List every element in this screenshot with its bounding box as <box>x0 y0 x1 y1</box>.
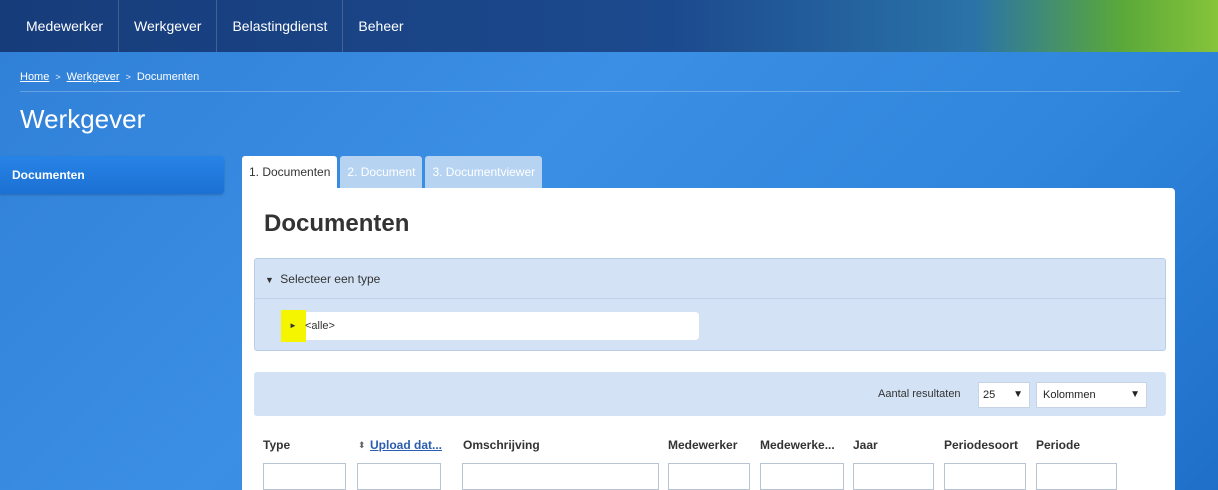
omschrijving-filter-input[interactable] <box>462 463 659 490</box>
breadcrumb-separator: > <box>55 71 61 82</box>
column-header-periode[interactable]: Periode <box>1036 438 1080 452</box>
sidebar-item-documenten[interactable]: Documenten <box>0 156 224 194</box>
type-filter-box: ▼ Selecteer een type ► <alle> <box>254 258 1166 351</box>
breadcrumb: Home > Werkgever > Documenten <box>20 62 1180 92</box>
columns-select[interactable]: Kolommen ▼ <box>1036 382 1147 408</box>
columns-select-label: Kolommen <box>1043 389 1096 401</box>
type-tree-item-label: <alle> <box>305 320 335 332</box>
triangle-down-icon: ▼ <box>265 275 274 285</box>
medewerker-2-filter-input[interactable] <box>760 463 844 490</box>
tab-documenten[interactable]: 1. Documenten <box>242 156 338 188</box>
main-panel: Documenten ▼ Selecteer een type ► <alle>… <box>242 188 1175 490</box>
type-filter-header[interactable]: ▼ Selecteer een type <box>255 259 1165 299</box>
periode-filter-input[interactable] <box>1036 463 1117 490</box>
page-size-value: 25 <box>983 389 996 401</box>
panel-title: Documenten <box>264 210 410 237</box>
breadcrumb-current: Documenten <box>136 70 200 83</box>
nav-belastingdienst[interactable]: Belastingdienst <box>217 0 344 52</box>
column-header-jaar[interactable]: Jaar <box>853 438 878 452</box>
nav-medewerker[interactable]: Medewerker <box>14 0 120 52</box>
nav-werkgever[interactable]: Werkgever <box>119 0 218 52</box>
breadcrumb-separator: > <box>125 71 131 82</box>
results-count-label: Aantal resultaten <box>878 388 961 400</box>
medewerker-filter-input[interactable] <box>668 463 750 490</box>
periodesoort-filter-input[interactable] <box>944 463 1026 490</box>
nav-beheer[interactable]: Beheer <box>343 0 418 52</box>
page-title: Werkgever <box>20 104 146 134</box>
column-header-medewerker[interactable]: Medewerker <box>668 438 737 452</box>
type-filter-label: Selecteer een type <box>280 272 381 286</box>
jaar-filter-input[interactable] <box>853 463 934 490</box>
caret-down-icon: ▼ <box>1130 389 1140 400</box>
sort-icon[interactable]: ⬍ <box>358 440 366 451</box>
tab-documentviewer[interactable]: 3. Documentviewer <box>425 156 543 188</box>
column-header-periodesoort[interactable]: Periodesoort <box>944 438 1018 452</box>
results-toolbar: Aantal resultaten 25 ▼ Kolommen ▼ <box>254 372 1166 416</box>
caret-down-icon: ▼ <box>1013 389 1023 400</box>
column-header-omschrijving[interactable]: Omschrijving <box>463 438 540 452</box>
column-header-medewerker-2[interactable]: Medewerke... <box>760 438 835 452</box>
tab-document[interactable]: 2. Document <box>340 156 423 188</box>
tab-bar: 1. Documenten 2. Document 3. Documentvie… <box>242 156 543 188</box>
triangle-right-icon[interactable]: ► <box>289 321 297 330</box>
upload-datum-filter-input[interactable] <box>357 463 441 490</box>
breadcrumb-werkgever-link[interactable]: Werkgever <box>67 71 120 83</box>
type-filter-input[interactable] <box>263 463 346 490</box>
breadcrumb-home-link[interactable]: Home <box>20 71 49 83</box>
top-nav: Medewerker Werkgever Belastingdienst Beh… <box>0 0 1218 52</box>
column-header-upload-datum[interactable]: Upload dat... <box>370 438 442 452</box>
type-tree-item[interactable]: ► <alle> <box>281 310 699 342</box>
page-size-select[interactable]: 25 ▼ <box>978 382 1030 408</box>
column-header-type[interactable]: Type <box>263 438 290 452</box>
